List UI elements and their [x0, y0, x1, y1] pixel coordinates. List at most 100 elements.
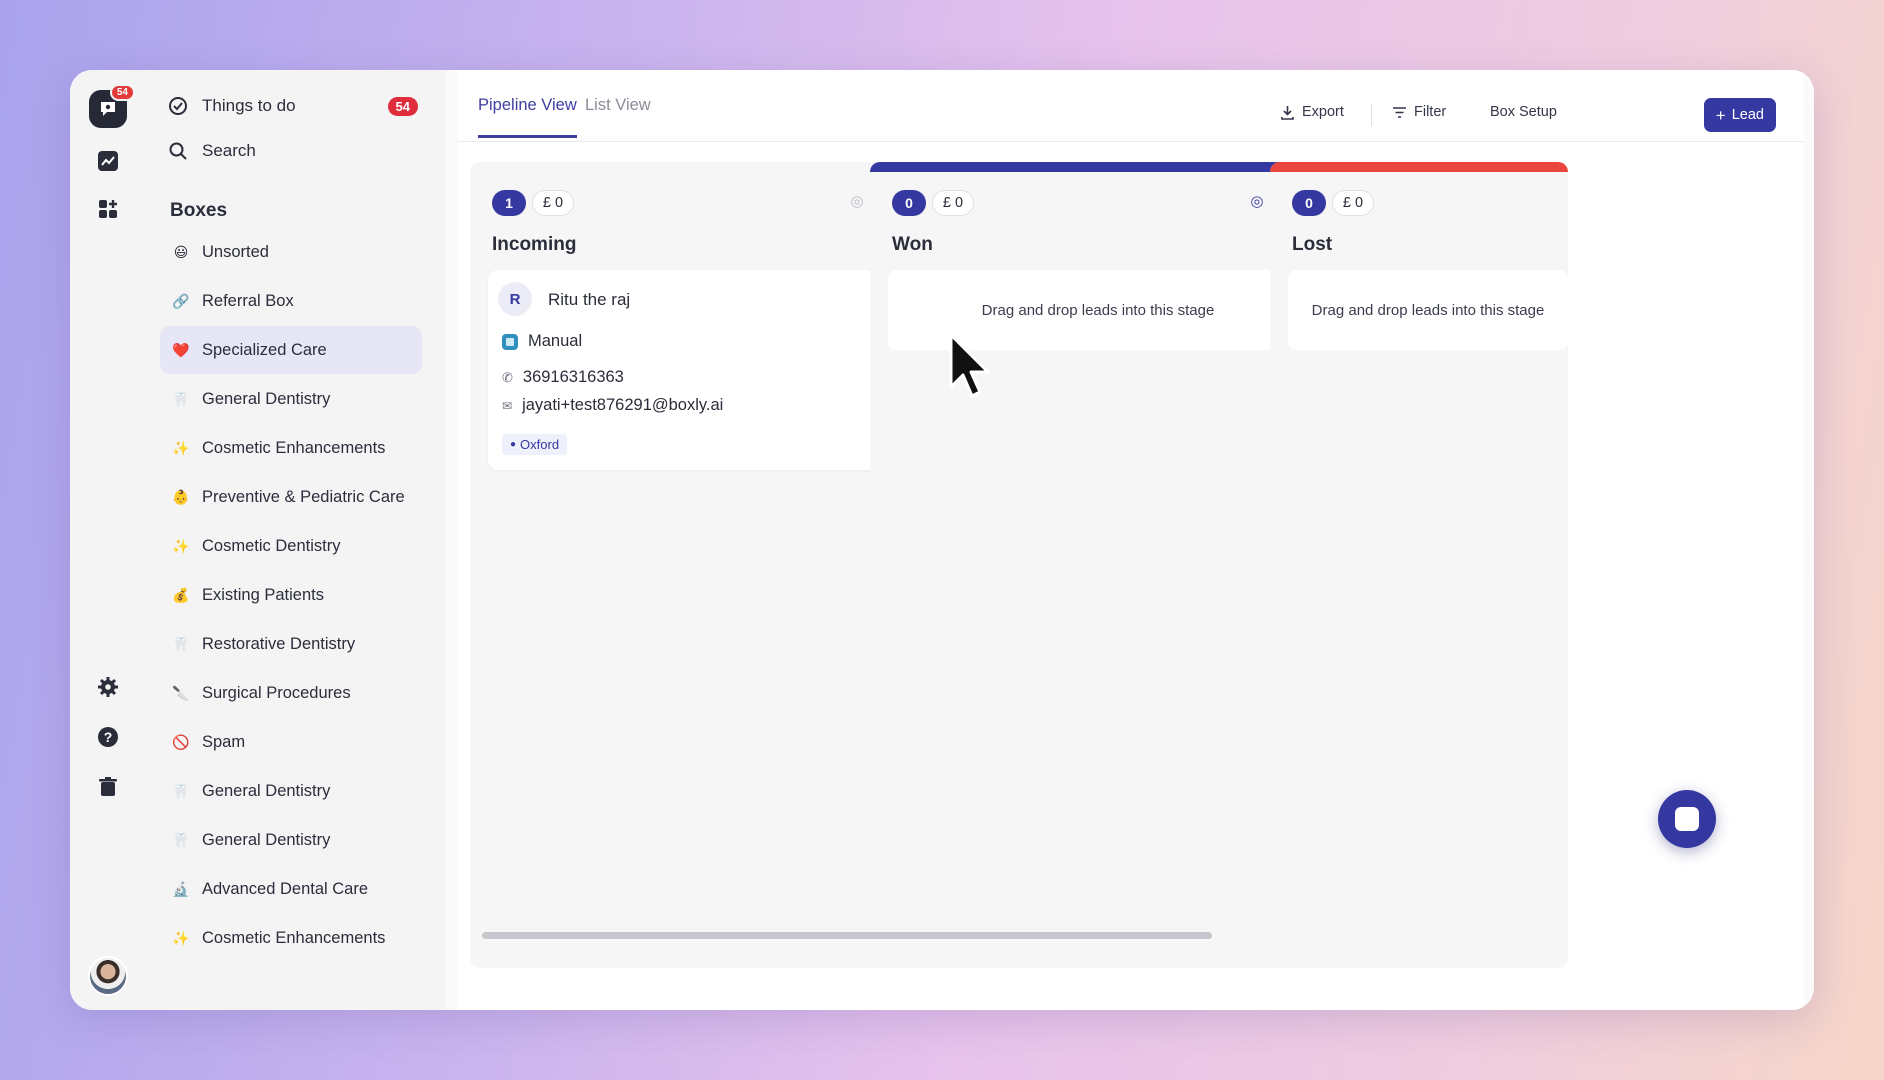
download-icon — [1281, 105, 1294, 120]
box-emoji-icon: 💰 — [172, 587, 190, 603]
location-label: Oxford — [520, 437, 560, 452]
view-tabs: Pipeline View List View Export Filter Bo… — [458, 70, 1804, 142]
app-window: 54 ? Things to do 54 Search Boxes 😃 Unso… — [70, 70, 1814, 1010]
box-emoji-icon: 🦷 — [172, 783, 190, 799]
lead-phone: 36916316363 — [522, 368, 624, 386]
target-icon[interactable]: ◎ — [850, 192, 863, 210]
box-label: Unsorted — [202, 243, 269, 261]
sidebar-box-item[interactable]: 🔪 Surgical Procedures — [160, 669, 422, 717]
help-icon[interactable]: ? — [89, 718, 127, 756]
lead-email: jayati+test876291@boxly.ai — [522, 396, 724, 414]
pipeline-board: 1 £ 0 ◎ ✓ ϟ Incoming ••• R Ritu the raj … — [470, 162, 1804, 968]
sidebar-box-item[interactable]: 😃 Unsorted — [160, 228, 422, 276]
things-to-do-item[interactable]: Things to do 54 — [168, 91, 418, 121]
stage-lead-count: 1 — [492, 190, 526, 216]
sidebar-box-item[interactable]: 🦷 General Dentistry — [160, 816, 422, 864]
icon-rail: 54 ? — [70, 70, 146, 1010]
apps-icon[interactable] — [89, 190, 127, 228]
stage-title: Incoming — [492, 234, 577, 255]
box-emoji-icon: 👶 — [172, 489, 190, 505]
horizontal-scrollbar[interactable] — [482, 932, 1212, 939]
box-emoji-icon: 🔪 — [172, 685, 190, 701]
lead-card[interactable]: R Ritu the raj ↱ Manual ✆ 36916316363 ✉ … — [488, 270, 908, 470]
chat-bubble-icon — [1675, 807, 1699, 831]
sidebar-box-item[interactable]: ✨ Cosmetic Enhancements — [160, 914, 422, 962]
location-tag: ● Oxford — [502, 434, 568, 455]
box-setup-button[interactable]: Box Setup — [1490, 104, 1557, 120]
box-label: Cosmetic Dentistry — [202, 537, 341, 555]
phone-icon: ✆ — [502, 369, 513, 385]
check-circle-icon — [169, 97, 187, 115]
mail-icon: ✉ — [502, 398, 513, 413]
lead-phone-row: ✆ 36916316363 — [502, 368, 624, 387]
stage-column-incoming: 1 £ 0 ◎ ✓ ϟ Incoming ••• R Ritu the raj … — [470, 162, 926, 968]
things-to-do-label: Things to do — [202, 96, 296, 115]
user-avatar[interactable] — [88, 956, 128, 996]
export-button[interactable]: Export — [1280, 104, 1344, 120]
box-emoji-icon: ❤️ — [172, 342, 190, 358]
box-emoji-icon: 🔬 — [172, 881, 190, 897]
box-label: Specialized Care — [202, 341, 327, 359]
box-emoji-icon: 🦷 — [172, 391, 190, 407]
lead-source: Manual — [528, 332, 583, 350]
lead-source-row: Manual — [502, 332, 582, 351]
box-label: Spam — [202, 733, 246, 751]
search-icon — [169, 142, 187, 160]
sidebar-box-item[interactable]: ✨ Cosmetic Dentistry — [160, 522, 422, 570]
mouse-cursor-icon — [949, 333, 990, 398]
box-list: 😃 Unsorted 🔗 Referral Box ❤️ Specialized Care… — [160, 228, 422, 963]
add-lead-button[interactable]: + Lead — [1703, 98, 1776, 132]
search-label: Search — [202, 141, 256, 160]
box-emoji-icon: 🔗 — [172, 293, 190, 309]
logo-icon[interactable]: 54 — [89, 84, 135, 128]
search-item[interactable]: Search — [168, 136, 418, 166]
svg-text:?: ? — [104, 729, 113, 745]
sidebar-box-item[interactable]: ✨ Cosmetic Enhancements — [160, 424, 422, 472]
sidebar-box-item[interactable]: 🦷 General Dentistry — [160, 375, 422, 423]
box-emoji-icon: ✨ — [172, 930, 190, 946]
sidebar-box-item[interactable]: 🦷 Restorative Dentistry — [160, 620, 422, 668]
sidebar-box-item[interactable]: 🔬 Advanced Dental Care — [160, 865, 422, 913]
stage-color-bar — [870, 162, 1326, 172]
filter-button[interactable]: Filter — [1392, 104, 1446, 120]
toolbar-divider — [1371, 104, 1372, 126]
sidebar-box-item[interactable]: 🦷 General Dentistry — [160, 767, 422, 815]
sidebar-box-item[interactable]: 👶 Preventive & Pediatric Care — [160, 473, 422, 521]
plus-icon: + — [1715, 105, 1726, 125]
analytics-icon[interactable] — [89, 142, 127, 180]
location-pin-icon: ● — [510, 439, 517, 450]
sidebar-box-item[interactable]: 💰 Existing Patients — [160, 571, 422, 619]
lead-name: Ritu the raj — [548, 290, 631, 309]
stage-amount: £ 0 — [932, 190, 974, 216]
box-emoji-icon: ✨ — [172, 538, 190, 554]
tab-list-view[interactable]: List View — [585, 96, 651, 135]
boxes-heading: Boxes — [170, 200, 228, 221]
box-label: Cosmetic Enhancements — [202, 929, 386, 947]
manual-source-icon — [502, 333, 518, 350]
sidebar-box-item[interactable]: ❤️ Specialized Care — [160, 326, 422, 374]
chat-button[interactable] — [1658, 790, 1716, 848]
tab-pipeline-view[interactable]: Pipeline View — [478, 96, 577, 138]
trash-icon[interactable] — [89, 768, 127, 806]
stage-amount: £ 0 — [532, 190, 574, 216]
stage-lead-count: 0 — [1292, 190, 1326, 216]
stage-column-lost: 0 £ 0 Lost Drag and drop leads into this… — [1270, 162, 1568, 968]
stage-amount: £ 0 — [1332, 190, 1374, 216]
settings-icon[interactable] — [89, 668, 127, 706]
box-label: General Dentistry — [202, 390, 331, 408]
box-label: Advanced Dental Care — [202, 880, 369, 898]
sidebar-box-item[interactable]: 🔗 Referral Box — [160, 277, 422, 325]
sidebar-box-item[interactable]: 🚫 Spam — [160, 718, 422, 766]
target-icon[interactable]: ◎ — [1250, 192, 1263, 210]
box-emoji-icon: 🚫 — [172, 734, 190, 750]
stage-lead-count: 0 — [892, 190, 926, 216]
box-label: General Dentistry — [202, 831, 331, 849]
things-to-do-count: 54 — [387, 96, 418, 116]
box-label: General Dentistry — [202, 782, 331, 800]
box-label: Preventive & Pediatric Care — [202, 488, 405, 506]
box-label: Surgical Procedures — [202, 684, 351, 702]
notification-badge: 54 — [109, 84, 135, 101]
drop-zone[interactable]: Drag and drop leads into this stage — [1288, 270, 1568, 350]
box-emoji-icon: 🦷 — [172, 636, 190, 652]
filter-icon — [1393, 106, 1406, 118]
